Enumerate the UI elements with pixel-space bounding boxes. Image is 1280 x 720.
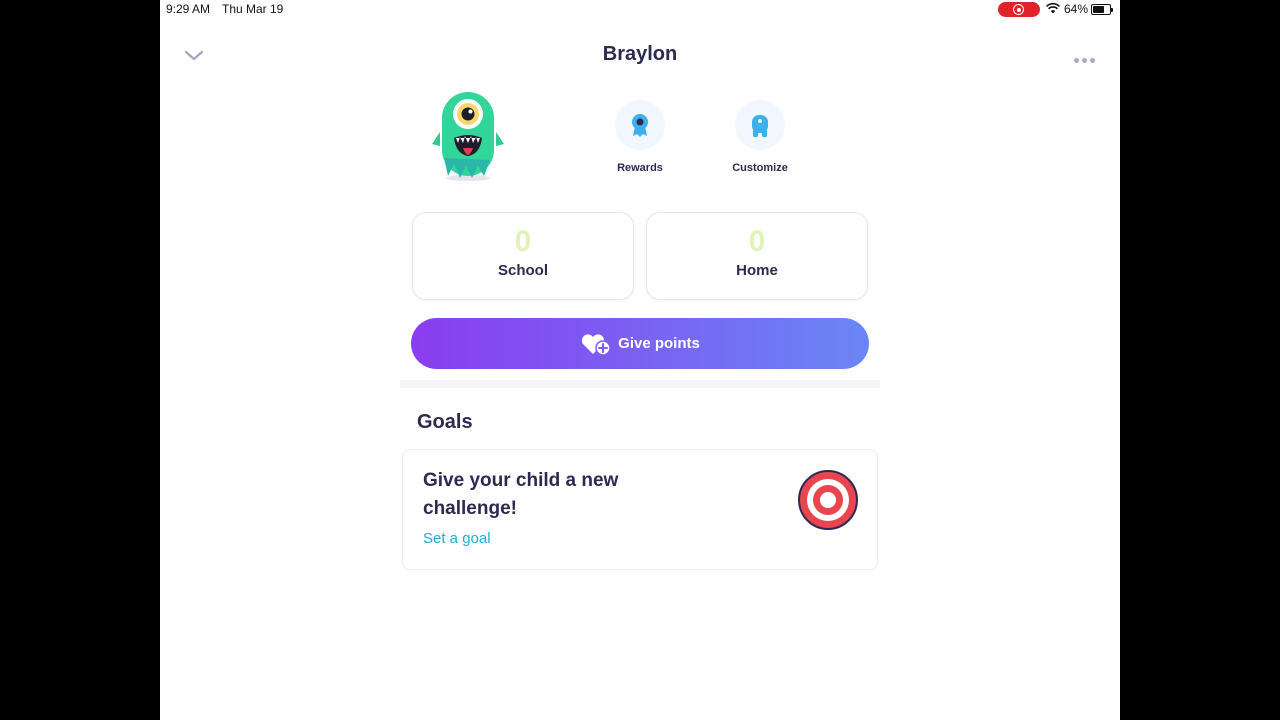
school-points-label: School — [497, 262, 548, 279]
home-points-card[interactable]: 0 Home — [646, 212, 868, 300]
battery-icon — [1091, 4, 1113, 15]
page-title: Braylon — [602, 43, 678, 65]
give-points-label: Give points — [618, 335, 700, 352]
section-divider — [400, 380, 880, 388]
heart-plus-icon — [582, 333, 611, 356]
customize-monster-icon — [735, 100, 785, 150]
status-time: 9:29 AM — [166, 2, 211, 16]
school-points-value: 0 — [514, 225, 532, 258]
monster-avatar — [432, 92, 504, 181]
goals-heading: Goals — [417, 411, 473, 433]
give-points-button[interactable]: Give points — [411, 318, 869, 369]
status-date: Thu Mar 19 — [222, 2, 284, 16]
school-points-card[interactable]: 0 School — [412, 212, 634, 300]
rewards-label: Rewards — [617, 162, 663, 174]
home-points-label: Home — [736, 262, 778, 279]
screen-recording-icon — [998, 2, 1040, 17]
battery-percentage: 64% — [1064, 2, 1089, 16]
status-bar: 9:29 AM Thu Mar 19 64% — [160, 0, 1120, 20]
rewards-button[interactable]: Rewards — [590, 100, 690, 174]
app-screen: 9:29 AM Thu Mar 19 64% Braylon Rewards C… — [160, 0, 1120, 720]
customize-label: Customize — [732, 162, 788, 174]
set-goal-link[interactable]: Set a goal — [423, 530, 491, 547]
home-points-value: 0 — [748, 225, 766, 258]
rewards-ribbon-icon — [615, 100, 665, 150]
goal-card-title: Give your child a new challenge! — [423, 470, 619, 519]
customize-button[interactable]: Customize — [710, 100, 810, 174]
wifi-icon — [1046, 3, 1060, 14]
more-dots-icon[interactable] — [1074, 50, 1100, 63]
target-icon — [798, 470, 858, 530]
goal-card[interactable]: Give your child a new challenge! Set a g… — [402, 449, 878, 570]
